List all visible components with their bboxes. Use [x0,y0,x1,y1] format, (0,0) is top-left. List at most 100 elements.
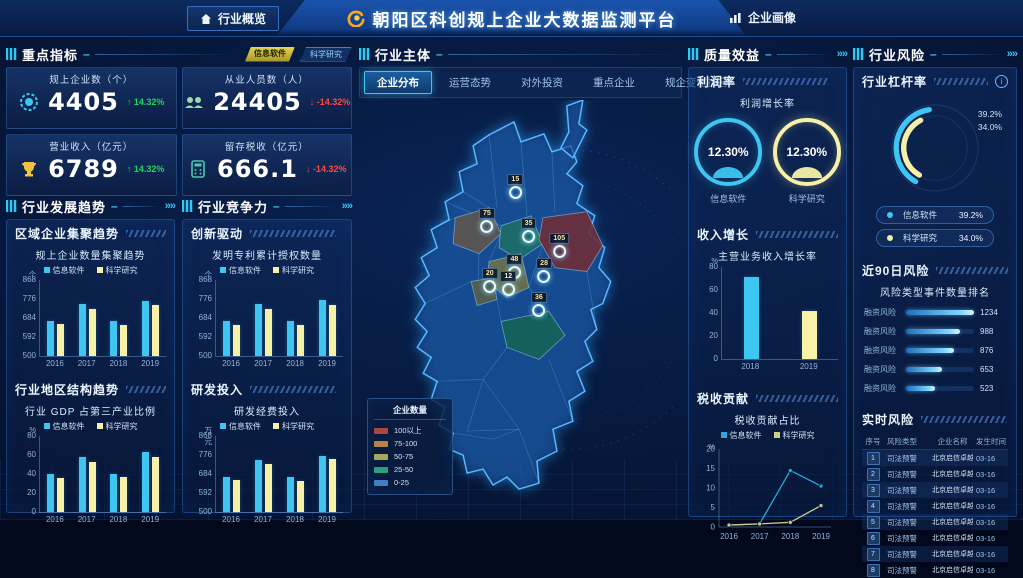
tab-item-1[interactable]: 运营态势 [436,71,504,94]
bar [297,325,304,356]
subsection-header: 行业杠杆率 i [854,68,1016,92]
donut-info-software: 12.30% 信息软件 [694,118,762,205]
risk-box: 行业杠杆率 i 39.2% 34.0% 信息软件 39.2% 科学研究 34.0… [853,67,1017,517]
bar [89,462,96,512]
legend-row-info-software: 信息软件 39.2% [876,206,994,224]
svg-text:15: 15 [706,464,715,473]
expand-arrows-icon[interactable]: »» [837,48,847,60]
map-pin[interactable]: 36 [531,292,547,317]
bars-icon [853,48,864,60]
expand-arrows-icon[interactable]: »» [342,200,352,212]
pin-marker-icon [538,270,551,283]
hatch-decoration [743,78,829,85]
map-pin[interactable]: 35 [521,218,537,243]
gauge-value: 12.30% [786,145,827,159]
nav-right-label: 企业画像 [748,9,796,26]
map-pin[interactable]: 28 [536,258,552,283]
dash-decoration: – [83,47,90,61]
pin-value: 75 [479,208,495,219]
pin-marker-icon [522,230,535,243]
stat-card: 营业收入（亿元）6789↑ 14.32% [6,134,177,196]
section-title: 质量效益 [704,45,760,64]
gauge-value-labels: 39.2% 34.0% [978,108,1002,134]
chip-info-software[interactable]: 信息软件 [245,47,295,62]
section-title: 行业竞争力 [198,197,268,216]
district-map[interactable]: 企业数量 100以上75-10050-7525-500-25 15 75 35 105… [359,100,682,504]
pin-value: 35 [521,218,537,229]
map-legend-title: 企业数量 [374,404,446,420]
tax-share-line-chart: 信息软件科学研究20151050%2016201720182019 [689,430,846,543]
patent-chart: 信息软件科学研究个8687766845925002016201720182019 [183,265,351,368]
stat-value: 6789 [48,157,119,181]
hatch-decoration [756,395,838,402]
stat-label: 规上企业数（个） [7,72,176,86]
chart-title: 行业 GDP 占第三产业比例 [7,403,174,418]
bar [329,459,336,512]
subsection-header: 税收贡献 [689,385,846,409]
subsection-title: 行业杠杆率 [862,73,927,90]
map-pin[interactable]: 15 [507,174,523,199]
tab-item-3[interactable]: 重点企业 [580,71,648,94]
competitiveness-panel: 行业竞争力 – »» 创新驱动 发明专利累计授权数量 信息软件科学研究个8687… [182,196,352,513]
chart-title: 利润增长率 [689,95,846,110]
bar [110,474,117,512]
bar [233,480,240,512]
map-pin[interactable]: 105 [549,233,569,258]
map-pin[interactable]: 20 [482,268,498,293]
bar [57,478,64,512]
hatch-decoration [250,386,336,393]
pin-marker-icon [509,186,522,199]
top-header: 朝阳区科创规上企业大数据监测平台 行业概览 企业画像 [0,0,1023,37]
key-indicators-panel: 重点指标 – 信息软件 科学研究 规上企业数（个）4405↑ 14.32%从业人… [6,44,352,196]
risk-table-row[interactable]: 1司法预警北京启信卓越科技有限公司03-16 [862,450,1008,466]
pin-marker-icon [532,304,545,317]
bar [142,301,149,356]
stat-value: 666.1 [217,157,298,181]
section-title: 行业主体 [375,45,431,64]
map-pin[interactable]: 75 [479,208,495,233]
legend-dot [887,212,893,218]
nav-industry-overview-button[interactable]: 行业概览 [187,6,279,31]
expand-arrows-icon[interactable]: »» [1007,48,1017,60]
expand-arrows-icon[interactable]: »» [165,200,175,212]
donut-science-research: 12.30% 科学研究 [773,118,841,205]
map-legend: 企业数量 100以上75-10050-7525-500-25 [367,398,453,495]
subsection-header: 实时风险 [854,406,1016,430]
bar [79,457,86,512]
legend-row-science-research: 科学研究 34.0% [876,229,994,247]
tab-item-2[interactable]: 对外投资 [508,71,576,94]
bar [223,477,230,512]
legend-value: 39.2% [959,210,983,220]
map-pin[interactable]: 12 [500,271,516,296]
risk-rank-row: 融资风险876 [864,341,1006,360]
legend-value: 34.0% [959,233,983,243]
chip-science-research[interactable]: 科学研究 [300,47,352,62]
bars-icon [688,48,699,60]
risk-table-row[interactable]: 2司法预警北京启信卓越科技有限公司03-16 [862,466,1008,482]
stat-value: 4405 [48,90,119,114]
legend-item: 0-25 [374,476,446,489]
risk-table-row[interactable]: 7司法预警北京启信卓越科技有限公司03-16 [862,546,1008,562]
gauge-mound [792,167,822,178]
risk-table-row[interactable]: 8司法预警北京启信卓越科技有限公司03-16 [862,562,1008,578]
info-icon[interactable]: i [995,75,1008,88]
svg-text:2019: 2019 [812,532,830,541]
bar [47,474,54,512]
risk-table-row[interactable]: 3司法预警北京启信卓越科技有限公司03-16 [862,482,1008,498]
risk-table-row[interactable]: 5司法预警北京启信卓越科技有限公司03-16 [862,514,1008,530]
page-title: 朝阳区科创规上企业大数据监测平台 [373,6,677,31]
nav-enterprise-portrait-button[interactable]: 企业画像 [717,6,808,29]
bar [329,305,336,356]
risk-table-row[interactable]: 4司法预警北京启信卓越科技有限公司03-16 [862,498,1008,514]
subsection-header: 创新驱动 [183,220,351,244]
pin-marker-icon [480,220,493,233]
line-decoration [942,54,1002,55]
subsection-title: 行业地区结构趋势 [15,381,119,398]
legend-item: 100以上 [374,424,446,437]
gdp-share-chart: 信息软件科学研究%8060402002016201720182019 [7,421,174,524]
pin-value: 36 [531,292,547,303]
risk-table-row[interactable]: 6司法预警北京启信卓越科技有限公司03-16 [862,530,1008,546]
line-decoration [285,206,337,207]
tab-item-0[interactable]: 企业分布 [364,71,432,94]
hatch-decoration [756,231,838,238]
